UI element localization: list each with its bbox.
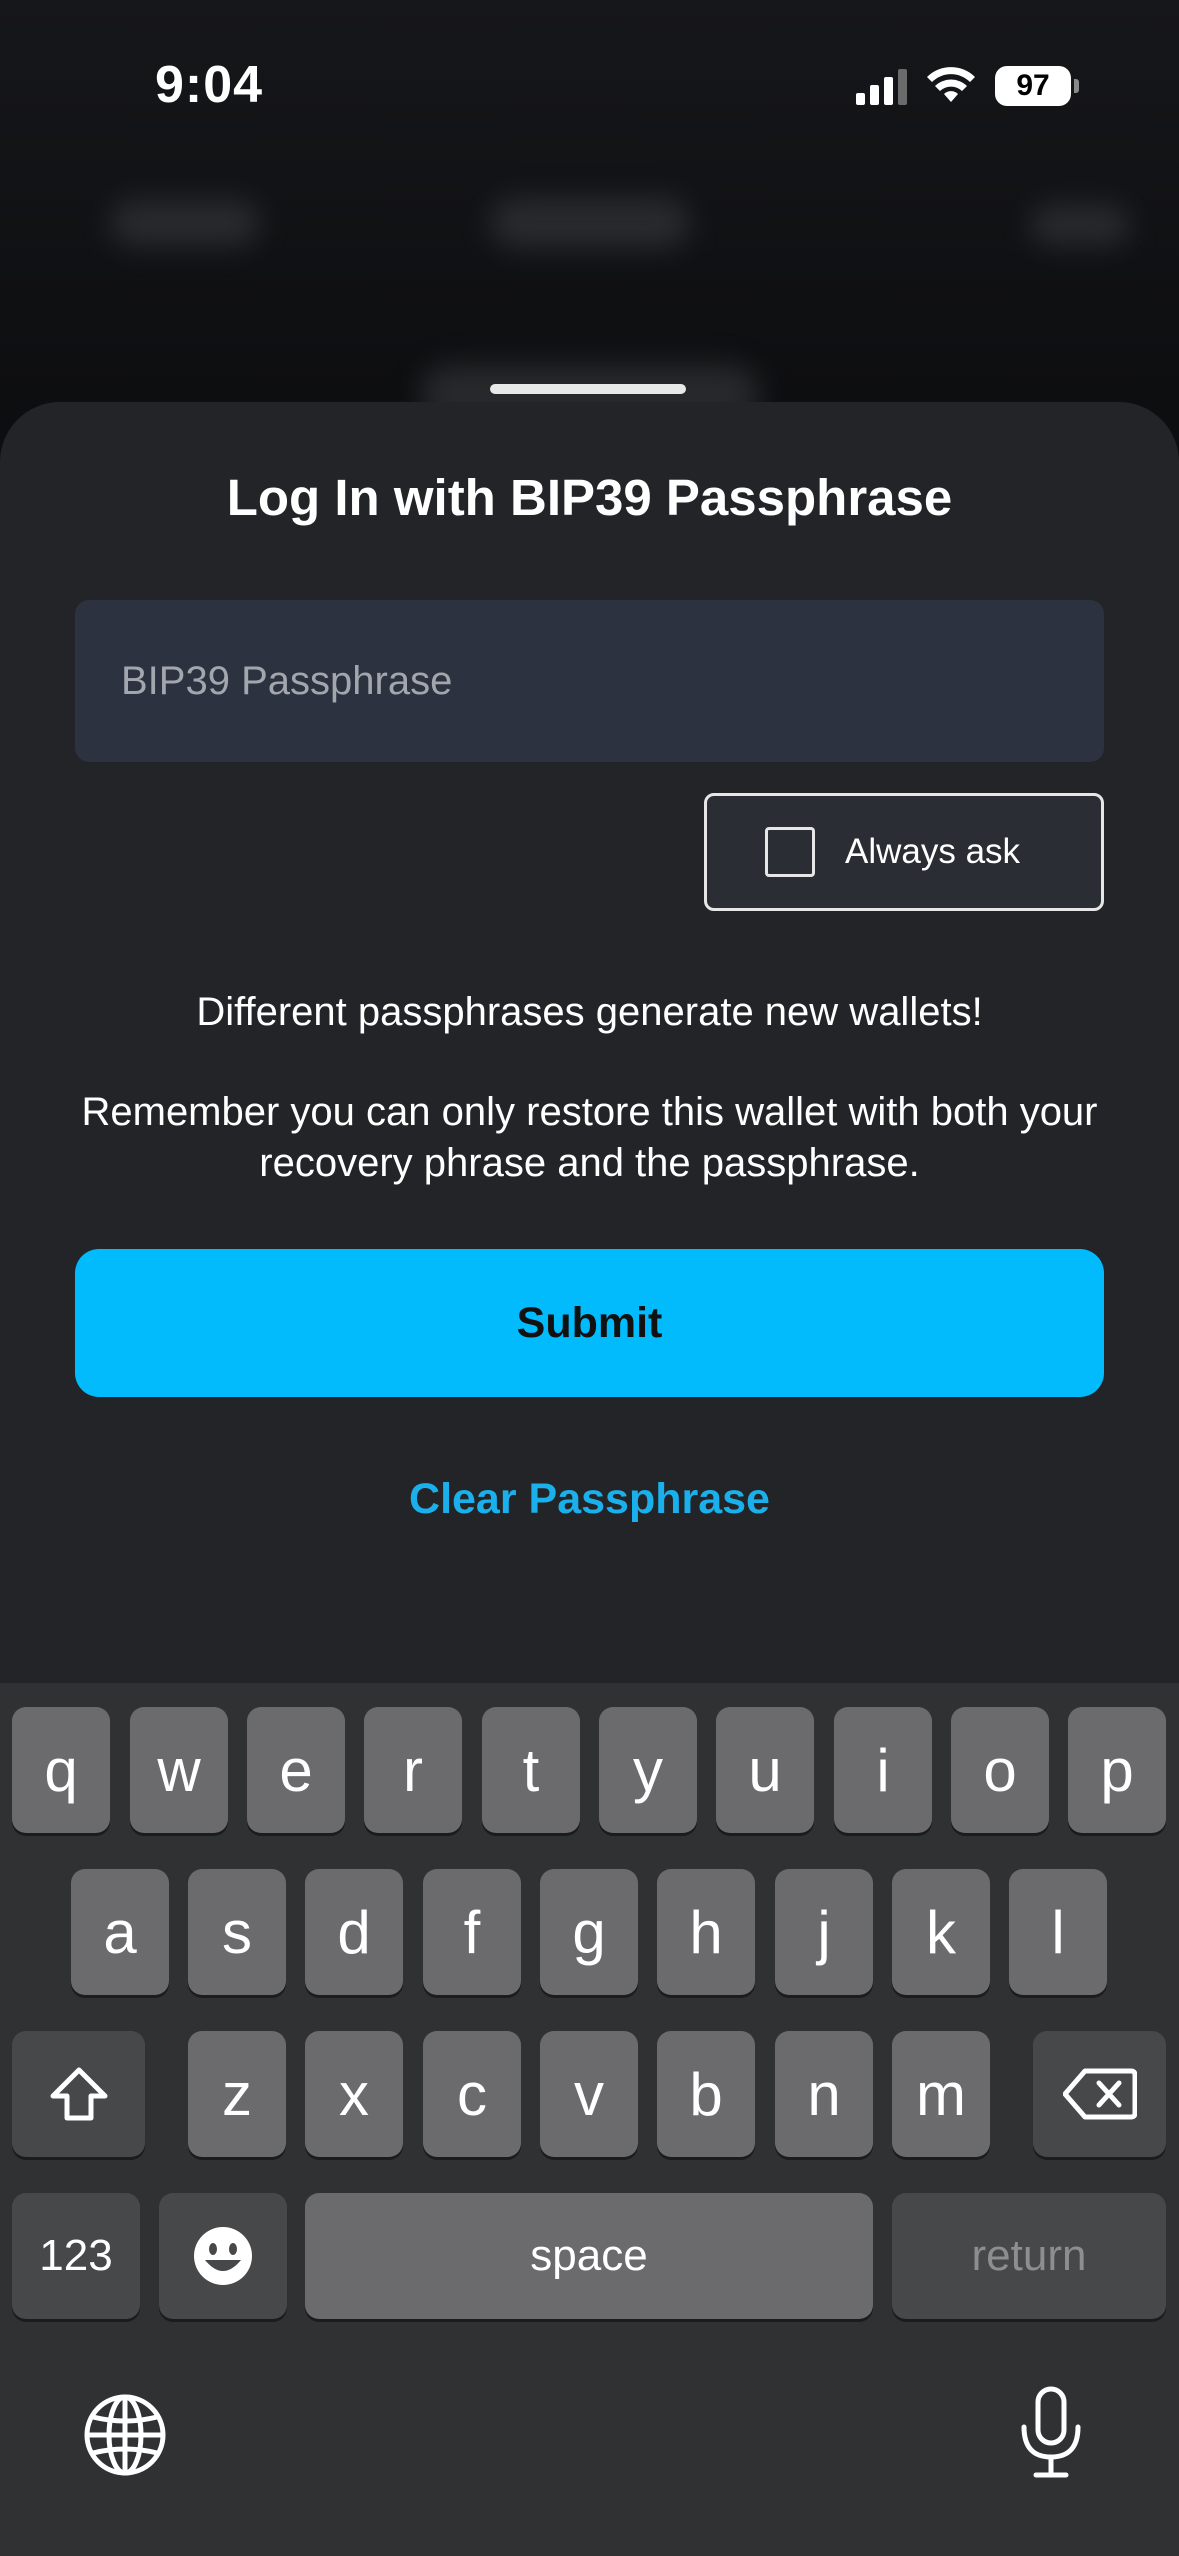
microphone-icon	[1021, 2386, 1081, 2478]
battery-level: 97	[995, 66, 1071, 106]
key-p[interactable]: p	[1068, 1707, 1166, 1833]
screen: 9:04 97 Log In with BIP39 Passphrase Alw…	[0, 0, 1179, 2556]
key-a[interactable]: a	[71, 1869, 169, 1995]
numbers-key[interactable]: 123	[12, 2193, 140, 2319]
key-v[interactable]: v	[540, 2031, 638, 2157]
key-x[interactable]: x	[305, 2031, 403, 2157]
shift-key[interactable]	[12, 2031, 145, 2157]
battery-icon: 97	[995, 66, 1079, 106]
blurred-background-item	[490, 198, 690, 248]
status-icons: 97	[856, 62, 1079, 110]
emoji-icon	[194, 2227, 252, 2285]
key-e[interactable]: e	[247, 1707, 345, 1833]
key-b[interactable]: b	[657, 2031, 755, 2157]
key-d[interactable]: d	[305, 1869, 403, 1995]
info-restore-warning: Remember you can only restore this walle…	[81, 1090, 1098, 1185]
keyboard: q w e r t y u i o p a s d f g h j k l z …	[0, 1683, 1179, 2556]
key-w[interactable]: w	[130, 1707, 228, 1833]
globe-icon	[84, 2394, 166, 2476]
submit-button[interactable]: Submit	[75, 1249, 1104, 1397]
emoji-key[interactable]	[159, 2193, 287, 2319]
sheet-title: Log In with BIP39 Passphrase	[226, 469, 953, 526]
key-u[interactable]: u	[716, 1707, 814, 1833]
key-o[interactable]: o	[951, 1707, 1049, 1833]
delete-icon	[1062, 2068, 1137, 2120]
delete-key[interactable]	[1033, 2031, 1166, 2157]
key-h[interactable]: h	[657, 1869, 755, 1995]
key-t[interactable]: t	[482, 1707, 580, 1833]
key-m[interactable]: m	[892, 2031, 990, 2157]
key-i[interactable]: i	[834, 1707, 932, 1833]
space-key[interactable]: space	[305, 2193, 873, 2319]
key-r[interactable]: r	[364, 1707, 462, 1833]
key-y[interactable]: y	[599, 1707, 697, 1833]
key-k[interactable]: k	[892, 1869, 990, 1995]
key-l[interactable]: l	[1009, 1869, 1107, 1995]
status-time: 9:04	[155, 56, 264, 114]
always-ask-label: Always ask	[845, 832, 1021, 871]
key-s[interactable]: s	[188, 1869, 286, 1995]
key-g[interactable]: g	[540, 1869, 638, 1995]
info-different-wallets: Different passphrases generate new walle…	[196, 990, 983, 1034]
sheet-grabber[interactable]	[490, 384, 686, 394]
passphrase-input[interactable]	[75, 600, 1104, 762]
shift-icon	[50, 2067, 107, 2121]
globe-button[interactable]	[80, 2390, 170, 2480]
key-q[interactable]: q	[12, 1707, 110, 1833]
key-c[interactable]: c	[423, 2031, 521, 2157]
blurred-background-item	[110, 200, 260, 246]
clear-passphrase-button[interactable]: Clear Passphrase	[0, 1475, 1179, 1524]
key-n[interactable]: n	[775, 2031, 873, 2157]
always-ask-checkbox[interactable]	[765, 827, 815, 877]
always-ask-toggle[interactable]: Always ask	[704, 793, 1104, 911]
cellular-signal-icon	[856, 67, 907, 105]
microphone-button[interactable]	[1006, 2383, 1096, 2483]
key-j[interactable]: j	[775, 1869, 873, 1995]
status-bar: 9:04 97	[0, 0, 1179, 170]
blurred-background-item	[1030, 205, 1130, 245]
return-key[interactable]: return	[892, 2193, 1166, 2319]
wifi-icon	[927, 67, 975, 102]
key-f[interactable]: f	[423, 1869, 521, 1995]
key-z[interactable]: z	[188, 2031, 286, 2157]
